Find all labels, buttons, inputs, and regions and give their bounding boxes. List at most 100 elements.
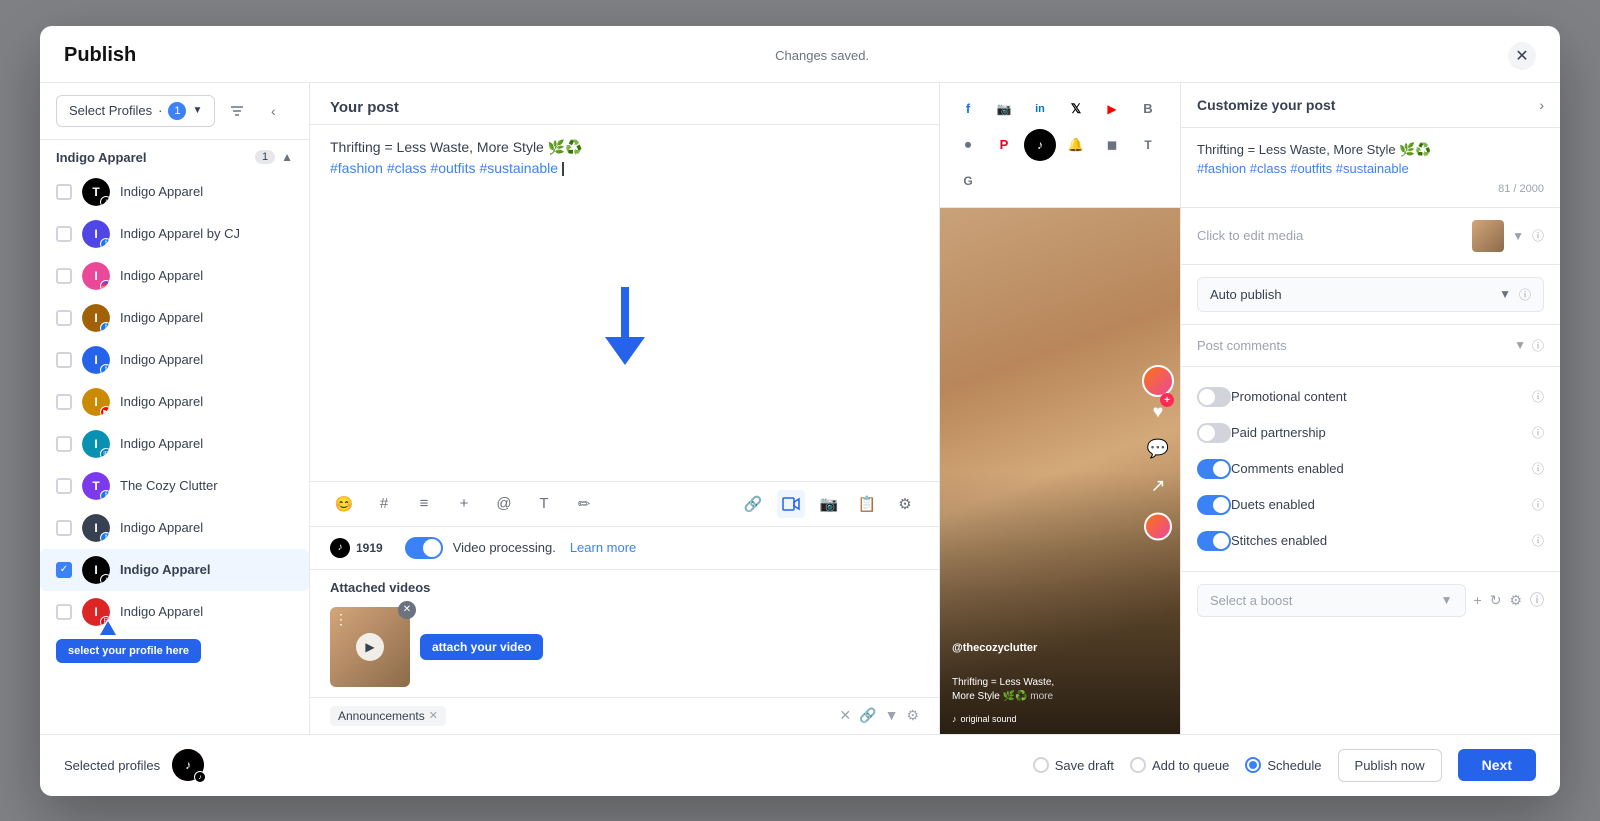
tiktok-comment-button[interactable]: 💬 (1147, 438, 1169, 459)
hashtag-icon[interactable]: # (370, 490, 398, 518)
label-delete-button[interactable]: ✕ (839, 707, 851, 724)
platform-btn-pinterest[interactable]: P (988, 129, 1020, 161)
platform-btn-facebook[interactable]: f (952, 93, 984, 125)
platform-btn-notif[interactable]: 🔔 (1060, 129, 1092, 161)
select-boost-dropdown[interactable]: Select a boost ▼ (1197, 584, 1466, 617)
stitches-enabled-toggle[interactable] (1197, 531, 1231, 551)
video-thumbnail[interactable]: ▶ ⋮ (330, 607, 410, 687)
list-item[interactable]: I f Indigo Apparel (40, 297, 309, 339)
add-to-queue-option[interactable]: Add to queue (1130, 757, 1229, 773)
profile-checkbox[interactable] (56, 394, 72, 410)
label-close-button[interactable]: ✕ (429, 709, 438, 722)
profile-checkbox[interactable] (56, 268, 72, 284)
auto-publish-dropdown[interactable]: Auto publish ▼ ⓘ (1197, 277, 1544, 312)
duets-enabled-toggle[interactable] (1197, 495, 1231, 515)
boost-settings-button[interactable]: ⚙ (1509, 592, 1522, 609)
boost-add-button[interactable]: + (1474, 592, 1482, 608)
list-item[interactable]: I f Indigo Apparel (40, 339, 309, 381)
tiktok-caption-line2: More Style 🌿♻️ (952, 691, 1027, 702)
settings-icon[interactable]: ⚙ (891, 490, 919, 518)
image-icon[interactable]: 📷 (815, 490, 843, 518)
boost-info-icon[interactable]: ⓘ (1530, 590, 1544, 610)
customize-expand-icon[interactable]: › (1539, 97, 1544, 113)
profile-checkbox[interactable] (56, 226, 72, 242)
list-item[interactable]: T f The Cozy Clutter (40, 465, 309, 507)
platform-btn-linkedin[interactable]: in (1024, 93, 1056, 125)
group-collapse-icon[interactable]: ▲ (281, 150, 293, 164)
platform-btn-instagram[interactable]: 📷 (988, 93, 1020, 125)
toggle-knob (1199, 389, 1215, 405)
platform-btn-google[interactable]: G (952, 165, 984, 197)
close-button[interactable]: ✕ (1508, 42, 1536, 70)
comments-info-icon[interactable]: ⓘ (1532, 460, 1544, 477)
platform-btn-youtube[interactable]: ▶ (1096, 93, 1128, 125)
save-draft-radio[interactable] (1033, 757, 1049, 773)
video-more-button[interactable]: ⋮ (334, 611, 348, 628)
video-processing-toggle[interactable] (405, 537, 443, 559)
profile-checkbox[interactable] (56, 310, 72, 326)
platform-btn-tiktok[interactable]: ♪ (1024, 129, 1056, 161)
clipboard-icon[interactable]: 📋 (853, 490, 881, 518)
video-play-button[interactable]: ▶ (356, 633, 384, 661)
auto-publish-info-icon[interactable]: ⓘ (1519, 286, 1531, 303)
publish-now-button[interactable]: Publish now (1338, 749, 1442, 782)
list-item[interactable]: I Indigo Apparel (40, 255, 309, 297)
link-icon[interactable]: 🔗 (739, 490, 767, 518)
promotional-content-toggle[interactable] (1197, 387, 1231, 407)
platform-btn-b[interactable]: B (1132, 93, 1164, 125)
label-settings-button[interactable]: ⚙ (906, 707, 919, 724)
paid-partnership-toggle[interactable] (1197, 423, 1231, 443)
save-draft-option[interactable]: Save draft (1033, 757, 1114, 773)
label-dropdown-button[interactable]: ▼ (885, 707, 899, 724)
stitches-info-icon[interactable]: ⓘ (1532, 532, 1544, 549)
edit-icon[interactable]: ✏ (570, 490, 598, 518)
collapse-icon[interactable]: ‹ (259, 97, 287, 125)
platform-btn-circle[interactable]: ⏺ (952, 129, 984, 161)
duets-info-icon[interactable]: ⓘ (1532, 496, 1544, 513)
add-icon[interactable]: + (450, 490, 478, 518)
profile-checkbox[interactable] (56, 478, 72, 494)
learn-more-link[interactable]: Learn more (570, 540, 636, 555)
post-text-area[interactable]: Thrifting = Less Waste, More Style 🌿♻️ #… (310, 125, 939, 481)
comments-enabled-toggle[interactable] (1197, 459, 1231, 479)
media-edit-row[interactable]: Click to edit media ▼ ⓘ (1197, 220, 1544, 252)
paid-partnership-info-icon[interactable]: ⓘ (1532, 424, 1544, 441)
text-icon[interactable]: T (530, 490, 558, 518)
list-item[interactable]: I ▶ Indigo Apparel (40, 381, 309, 423)
emoji-icon[interactable]: 😊 (330, 490, 358, 518)
media-info-icon[interactable]: ⓘ (1532, 227, 1544, 244)
post-comments-label: Post comments (1197, 338, 1287, 353)
profile-checkbox[interactable] (56, 436, 72, 452)
tiktok-like-button[interactable]: ♥ (1153, 401, 1164, 422)
post-comments-info[interactable]: ⓘ (1532, 337, 1544, 354)
label-link-button[interactable]: 🔗 (859, 707, 876, 724)
profile-checkbox[interactable] (56, 604, 72, 620)
video-close-button[interactable]: ✕ (398, 601, 416, 619)
platform-btn-twitter[interactable]: 𝕏 (1060, 93, 1092, 125)
profile-checkbox[interactable] (56, 352, 72, 368)
filter-icon[interactable] (223, 97, 251, 125)
list-item[interactable]: I in Indigo Apparel (40, 423, 309, 465)
video-icon[interactable] (777, 490, 805, 518)
platform-btn-block[interactable]: ◼ (1096, 129, 1128, 161)
mention-icon[interactable]: @ (490, 490, 518, 518)
tiktok-more[interactable]: more (1030, 691, 1053, 702)
select-profiles-button[interactable]: Select Profiles · 1 ▼ (56, 95, 215, 127)
tiktok-share-button[interactable]: ↗ (1150, 475, 1165, 496)
next-button[interactable]: Next (1458, 749, 1536, 781)
profile-checkbox-checked[interactable] (56, 562, 72, 578)
list-icon[interactable]: ≡ (410, 490, 438, 518)
list-item[interactable]: I P Indigo Apparel (40, 591, 309, 633)
list-item[interactable]: I f Indigo Apparel by CJ (40, 213, 309, 255)
schedule-option[interactable]: Schedule (1245, 757, 1321, 773)
list-item[interactable]: I f Indigo Apparel (40, 507, 309, 549)
add-to-queue-radio[interactable] (1130, 757, 1146, 773)
profile-checkbox[interactable] (56, 520, 72, 536)
profile-checkbox[interactable] (56, 184, 72, 200)
list-item[interactable]: T ♪ Indigo Apparel (40, 171, 309, 213)
promotional-info-icon[interactable]: ⓘ (1532, 388, 1544, 405)
boost-refresh-button[interactable]: ↻ (1490, 592, 1502, 609)
schedule-radio[interactable] (1245, 757, 1261, 773)
platform-btn-tumblr[interactable]: T (1132, 129, 1164, 161)
list-item[interactable]: I ♪ Indigo Apparel (40, 549, 309, 591)
